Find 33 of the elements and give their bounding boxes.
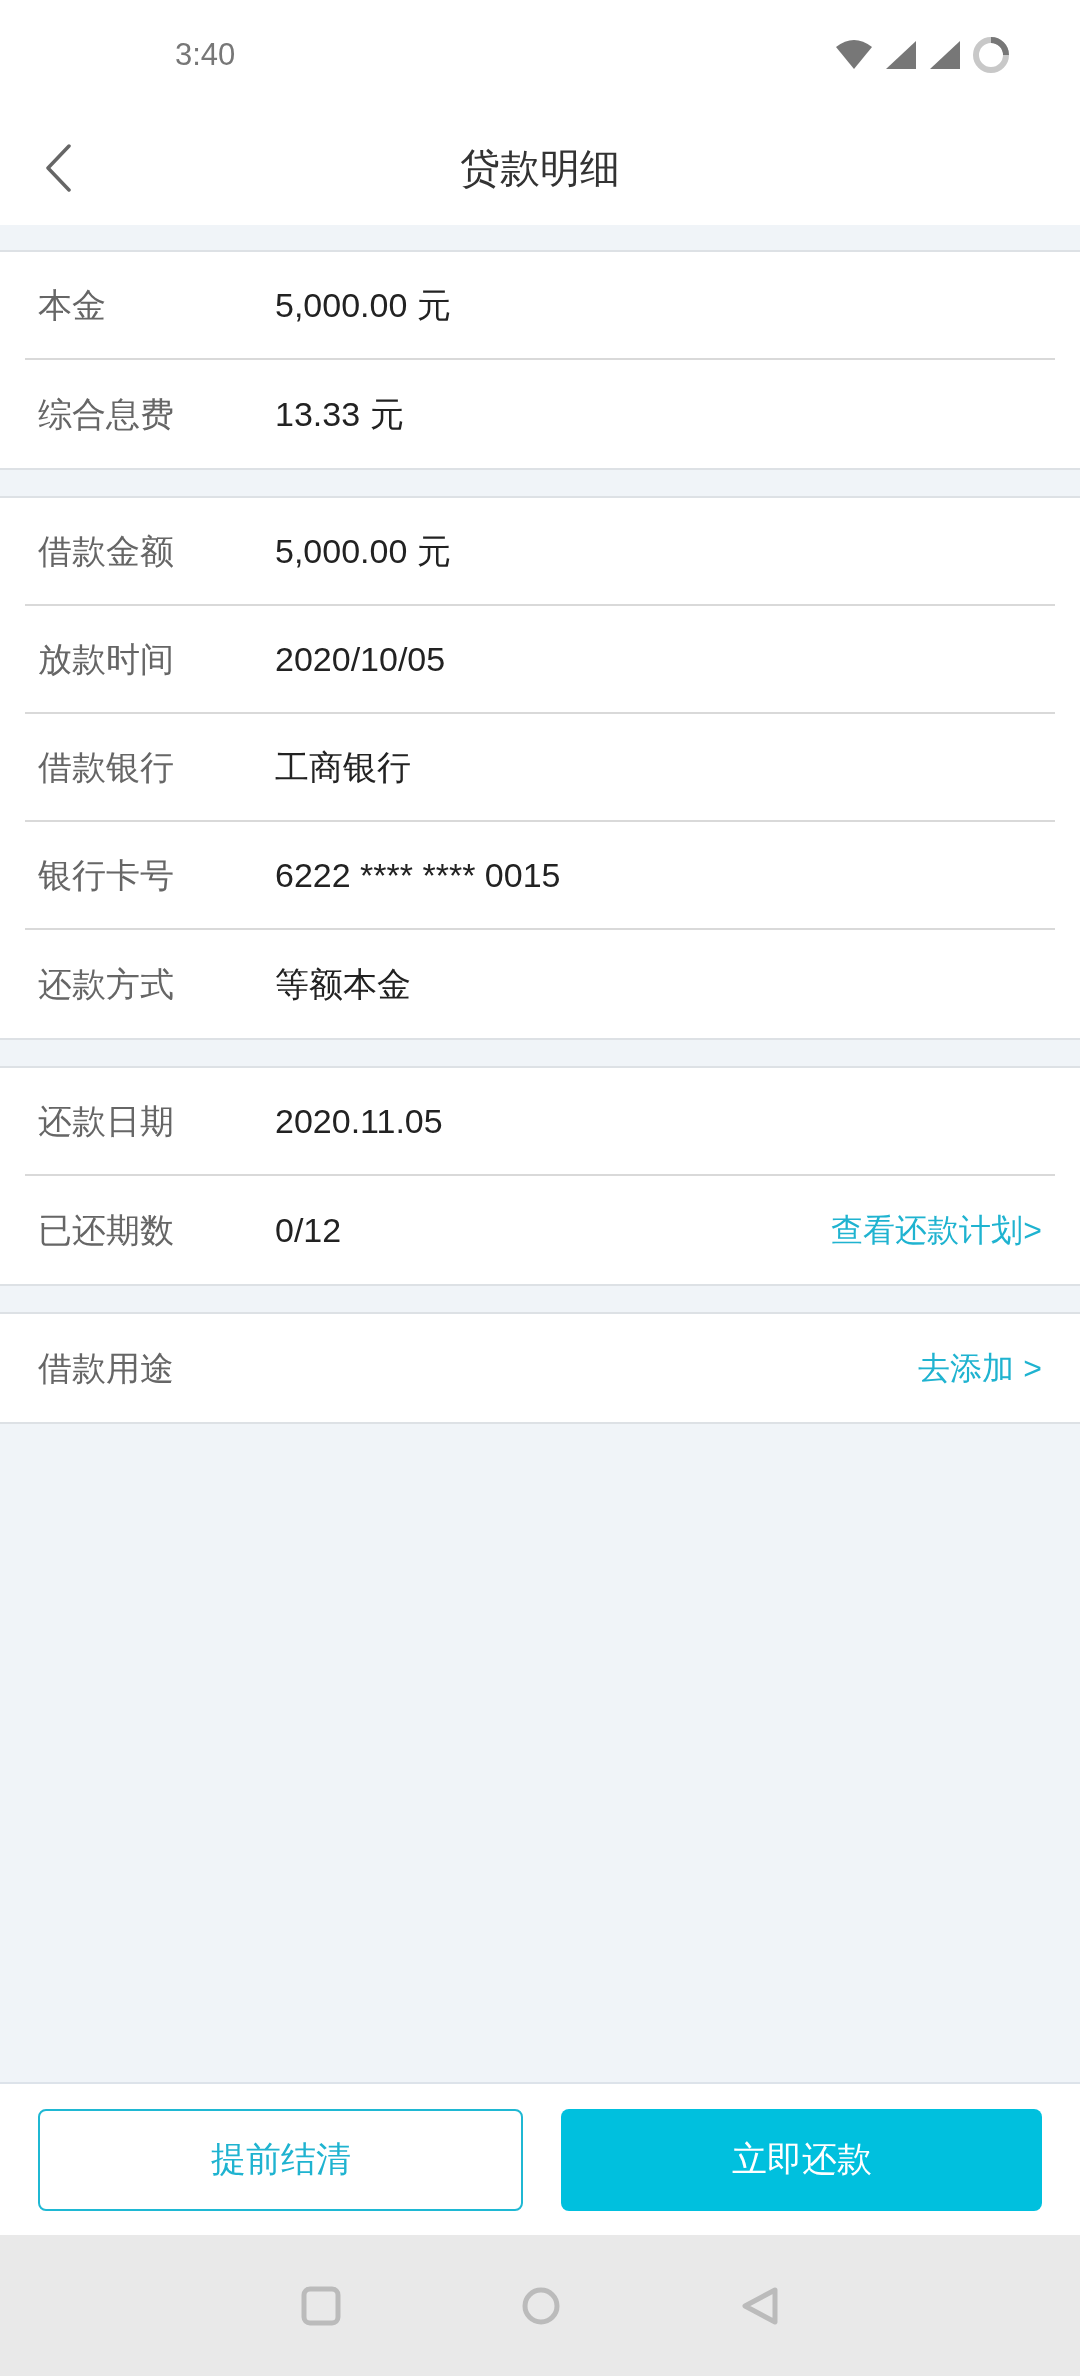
signal-icon (884, 39, 918, 71)
field-label: 本金 (38, 284, 107, 326)
link[interactable]: 查看还款计划> (831, 1206, 1042, 1254)
field-label: 借款金额 (38, 530, 175, 572)
battery-ring-icon (972, 36, 1010, 74)
link[interactable]: 去添加 > (918, 1344, 1042, 1392)
back-triangle-icon[interactable] (741, 2285, 779, 2326)
recent-apps-icon[interactable] (301, 2285, 341, 2326)
field-value: 5,000.00 元 (275, 284, 451, 326)
field-label: 放款时间 (38, 638, 175, 680)
home-icon[interactable] (521, 2285, 561, 2326)
signal-icon (928, 39, 962, 71)
field-value: 13.33 元 (275, 393, 404, 435)
back-icon[interactable] (45, 143, 71, 192)
repay-button[interactable]: 立即还款 (561, 2108, 1042, 2211)
field-label: 还款日期 (38, 1100, 175, 1142)
field-label: 还款方式 (38, 963, 175, 1005)
field-value: 2020/10/05 (275, 638, 446, 680)
wifi-icon (834, 39, 874, 71)
field-value: 0/12 (275, 1209, 342, 1251)
field-label: 银行卡号 (38, 854, 175, 896)
field-value: 等额本金 (275, 963, 411, 1005)
field-label: 已还期数 (38, 1209, 175, 1251)
field-value: 工商银行 (275, 746, 411, 788)
field-value: 2020.11.05 (275, 1100, 443, 1142)
field-value: 6222 **** **** 0015 (275, 854, 561, 896)
field-value: 5,000.00 元 (275, 530, 451, 572)
field-label: 借款银行 (38, 746, 175, 788)
status-time: 3:40 (175, 35, 236, 74)
field-label: 借款用途 (38, 1347, 175, 1389)
settle-button[interactable]: 提前结清 (38, 2108, 523, 2211)
field-label: 综合息费 (38, 393, 175, 435)
page-title: 贷款明细 (460, 144, 620, 192)
